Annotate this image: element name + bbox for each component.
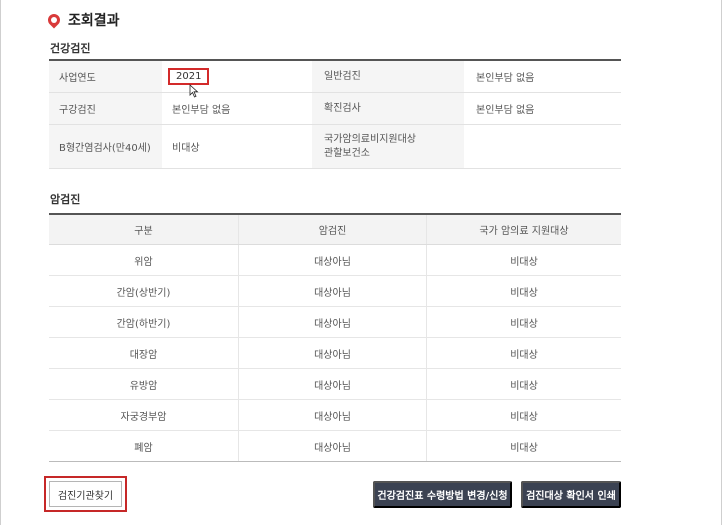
cancer-table: 구분 암검진 국가 암의료 지원대상 위암 대상아님 비대상 간암(상반기) 대… xyxy=(49,213,621,462)
table-row: B형간염검사(만40세) 비대상 국가암의료비지원대상 관할보건소 xyxy=(49,125,621,169)
table-header: 구분 암검진 국가 암의료 지원대상 xyxy=(49,215,621,245)
cell-category: 위암 xyxy=(49,245,239,275)
header-category: 구분 xyxy=(49,215,239,244)
label-general-checkup: 일반검진 xyxy=(312,61,464,92)
print-confirmation-button[interactable]: 검진대상 확인서 인쇄 xyxy=(521,481,621,508)
cell-support: 비대상 xyxy=(510,380,538,392)
cell-category: 대장암 xyxy=(49,338,239,368)
table-row: 자궁경부암 대상아님 비대상 xyxy=(49,400,621,431)
cell-category: 간암(하반기) xyxy=(49,307,239,337)
cell-status: 대상아님 xyxy=(239,431,427,461)
section-header: 조회결과 xyxy=(45,10,120,30)
business-year-highlight: 2021 xyxy=(168,68,210,85)
table-row: 유방암 대상아님 비대상 xyxy=(49,369,621,400)
checkup-title: 건강검진 xyxy=(50,42,91,55)
label-cancer-support-center: 국가암의료비지원대상 관할보건소 xyxy=(312,125,464,168)
table-row: 대장암 대상아님 비대상 xyxy=(49,338,621,369)
label-oral-checkup: 구강검진 xyxy=(49,93,162,124)
cell-category: 유방암 xyxy=(49,369,239,399)
cell-status: 대상아님 xyxy=(239,400,427,430)
cell-category: 간암(상반기) xyxy=(49,276,239,306)
table-row: 간암(하반기) 대상아님 비대상 xyxy=(49,307,621,338)
table-row: 사업연도 2021 일반검진 본인부담 없음 xyxy=(49,61,621,93)
header-national-support: 국가 암의료 지원대상 xyxy=(479,226,569,237)
mouse-cursor-icon xyxy=(189,84,199,98)
cell-support: 비대상 xyxy=(510,411,538,423)
cell-status: 대상아님 xyxy=(239,369,427,399)
section-title: 조회결과 xyxy=(68,13,120,29)
find-institution-button[interactable]: 검진기관찾기 xyxy=(49,481,122,507)
label-confirm-test: 확진검사 xyxy=(312,93,464,124)
cell-support: 비대상 xyxy=(510,318,538,330)
cancer-title: 암검진 xyxy=(50,193,81,206)
cell-status: 대상아님 xyxy=(239,245,427,275)
location-pin-icon xyxy=(45,11,63,29)
value-cancer-support-center xyxy=(464,125,621,168)
find-institution-highlight: 검진기관찾기 xyxy=(44,476,127,512)
label-business-year: 사업연도 xyxy=(49,61,162,92)
checkup-info-table: 사업연도 2021 일반검진 본인부담 없음 구강검진 본인부담 없음 확진검사… xyxy=(49,59,621,169)
cell-support: 비대상 xyxy=(510,442,538,454)
cell-support: 비대상 xyxy=(510,287,538,299)
table-row: 간암(상반기) 대상아님 비대상 xyxy=(49,276,621,307)
cell-category: 자궁경부암 xyxy=(49,400,239,430)
table-row: 위암 대상아님 비대상 xyxy=(49,245,621,276)
cell-status: 대상아님 xyxy=(239,307,427,337)
value-confirm-test: 본인부담 없음 xyxy=(476,105,535,116)
table-row: 폐암 대상아님 비대상 xyxy=(49,431,621,462)
value-oral-checkup: 본인부담 없음 xyxy=(172,105,231,116)
label-hepatitis-b: B형간염검사(만40세) xyxy=(49,125,162,168)
cell-support: 비대상 xyxy=(510,349,538,361)
cell-support: 비대상 xyxy=(510,256,538,268)
cell-category: 폐암 xyxy=(49,431,239,461)
cell-status: 대상아님 xyxy=(239,276,427,306)
header-cancer-checkup: 암검진 xyxy=(239,215,427,244)
change-receipt-method-button[interactable]: 건강검진표 수령방법 변경/신청 xyxy=(373,481,512,508)
value-hepatitis-b: 비대상 xyxy=(172,143,200,154)
value-business-year: 2021 xyxy=(162,61,312,92)
cell-status: 대상아님 xyxy=(239,338,427,368)
value-general-checkup: 본인부담 없음 xyxy=(476,73,535,84)
table-row: 구강검진 본인부담 없음 확진검사 본인부담 없음 xyxy=(49,93,621,125)
